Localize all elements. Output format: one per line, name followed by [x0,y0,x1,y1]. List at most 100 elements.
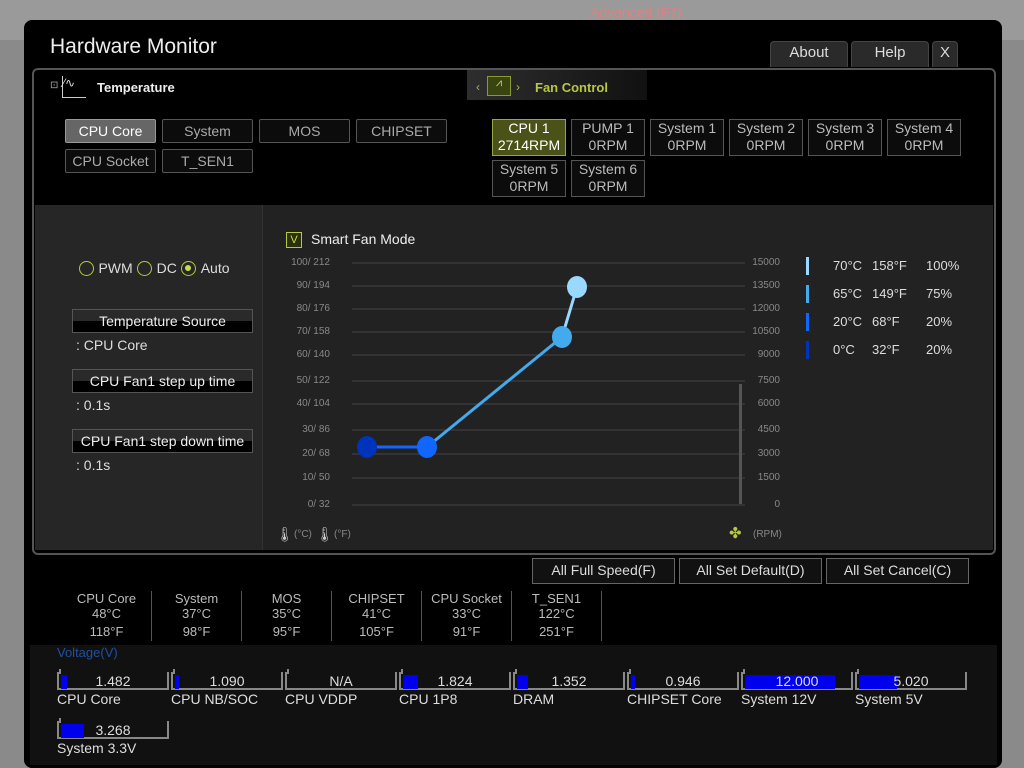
voltage-item: 12.000 System 12V [741,669,855,712]
left-tick-label: 40/ 104 [296,398,330,409]
legend-color-swatch [806,341,809,359]
voltage-name: CPU NB/SOC [171,691,259,707]
celsius-unit: (°C) [294,529,312,540]
voltage-item: 0.946 CHIPSET Core [627,669,741,712]
voltage-item: 1.352 DRAM [513,669,627,712]
legend-percent: 20% [926,314,953,329]
fan-button[interactable]: System 1 0RPM [650,119,724,156]
legend-fahrenheit: 32°F [872,342,900,357]
left-tick-label: 60/ 140 [296,349,330,360]
right-tick-label: 9000 [757,349,780,360]
sensor-name: CPU Core [76,591,137,606]
voltage-value: N/A [329,673,353,689]
sensor-celsius: 35°C [271,606,302,621]
sensor-fahrenheit: 105°F [359,624,394,639]
fan-rpm: 0RPM [588,178,628,194]
fan-button[interactable]: System 4 0RPM [887,119,961,156]
curve-point-handle[interactable] [417,436,437,458]
left-tick-label: 80/ 176 [296,303,330,314]
fan-button[interactable]: System 6 0RPM [571,160,645,197]
left-tick-label: 20/ 68 [302,448,330,459]
sensor-name: MOS [271,591,302,606]
right-tick-label: 4500 [757,424,780,435]
voltage-item: 5.020 System 5V [855,669,969,712]
right-tick-label: 13500 [752,280,780,291]
voltage-value: 1.090 [209,673,245,689]
sensor-fahrenheit: 91°F [452,624,481,639]
fan-button[interactable]: CPU 1 2714RPM [492,119,566,156]
voltage-item: 1.824 CPU 1P8 [399,669,513,712]
left-tick-label: 90/ 194 [296,280,330,291]
legend-celsius: 0°C [833,342,855,357]
sensor-fahrenheit: 98°F [182,624,211,639]
legend-percent: 75% [926,286,953,301]
sensor-name: CPU Socket [431,591,502,606]
voltage-item: 3.268 System 3.3V [57,718,171,761]
voltage-name: System 3.3V [57,740,137,756]
left-tick-label: 10/ 50 [302,472,330,483]
voltage-name: System 5V [855,691,923,707]
sensor-fahrenheit: 118°F [89,624,124,639]
temperature-readout: System 37°C 98°F [152,591,242,641]
left-tick-label: 70/ 158 [296,326,330,337]
fahrenheit-thermometer-icon: 🌡︎ [316,526,334,542]
fahrenheit-unit: (°F) [334,529,351,540]
voltage-item: 1.090 CPU NB/SOC [171,669,285,712]
voltage-value: 0.946 [665,673,701,689]
sensor-fahrenheit: 251°F [539,624,574,639]
voltage-name: CPU VDDP [285,691,358,707]
legend-color-swatch [806,285,809,303]
fan-name: System 6 [578,161,638,177]
left-tick-label: 50/ 122 [296,375,330,386]
legend-color-swatch [806,313,809,331]
legend-percent: 100% [926,258,960,273]
curve-point-handle[interactable] [357,436,377,458]
fan-button[interactable]: System 3 0RPM [808,119,882,156]
fan-name: System 1 [657,120,717,136]
sensor-celsius: 33°C [451,606,482,621]
right-tick-label: 6000 [757,398,780,409]
right-tick-label: 15000 [752,257,780,268]
fan-name: System 3 [815,120,875,136]
fan-name: PUMP 1 [582,120,634,136]
all-set-default-button[interactable]: All Set Default(D) [679,558,822,584]
right-tick-label: 7500 [757,375,780,386]
left-tick-label: 30/ 86 [302,424,330,435]
fan-button[interactable]: PUMP 1 0RPM [571,119,645,156]
fan-rpm: 0RPM [509,178,549,194]
legend-celsius: 20°C [833,314,863,329]
sensor-celsius: 41°C [361,606,392,621]
all-set-cancel-button[interactable]: All Set Cancel(C) [826,558,969,584]
fan-name: System 5 [499,161,559,177]
voltage-name: CPU 1P8 [399,691,458,707]
voltage-value: 12.000 [775,673,819,689]
sensor-celsius: 48°C [91,606,122,621]
legend-fahrenheit: 68°F [872,314,900,329]
sensor-name: System [174,591,219,606]
right-tick-label: 0 [774,499,780,510]
legend-percent: 20% [926,342,953,357]
voltage-name: CPU Core [57,691,121,707]
fan-rpm: 2714RPM [497,137,561,153]
left-tick-label: 100/ 212 [291,257,330,268]
temperature-readout: CPU Socket 33°C 91°F [422,591,512,641]
legend-fahrenheit: 149°F [872,286,907,301]
fan-name: CPU 1 [508,120,550,136]
celsius-thermometer-icon: 🌡︎ [276,526,294,542]
all-full-speed-button[interactable]: All Full Speed(F) [532,558,675,584]
voltage-value: 3.268 [95,722,131,738]
fan-button[interactable]: System 5 0RPM [492,160,566,197]
voltage-value: 1.482 [95,673,131,689]
voltage-header: Voltage(V) [57,645,118,660]
fan-rpm: 0RPM [588,137,628,153]
curve-point-handle[interactable] [567,276,587,298]
sensor-fahrenheit: 95°F [272,624,301,639]
fan-button[interactable]: System 2 0RPM [729,119,803,156]
fan-rpm: 0RPM [904,137,944,153]
right-tick-label: 12000 [752,303,780,314]
curve-point-handle[interactable] [552,326,572,348]
voltage-name: CHIPSET Core [627,691,722,707]
sensor-celsius: 122°C [538,606,575,621]
sensor-name: CHIPSET [348,591,405,606]
legend-fahrenheit: 158°F [872,258,907,273]
